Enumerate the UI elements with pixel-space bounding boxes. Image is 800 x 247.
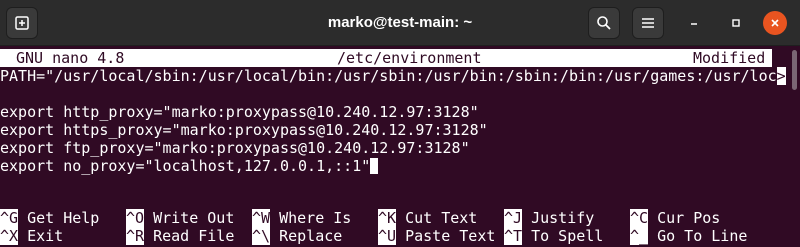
shortcut-key: ^O (126, 209, 145, 227)
search-icon (597, 16, 611, 30)
shortcut-to-spell: ^T To Spell (504, 227, 603, 245)
shortcut-key: ^T (504, 227, 523, 245)
window-title: marko@test-main: ~ (327, 14, 473, 31)
close-button[interactable] (763, 11, 787, 35)
shortcut-where-is: ^W Where Is (252, 209, 351, 227)
shortcut-replace: ^\ Replace (252, 227, 342, 245)
terminal-window: marko@test-main: ~ GNU nano 4.8 /etc/env… (0, 0, 800, 247)
shortcut-key: ^W (252, 209, 271, 227)
scrollbar[interactable] (792, 50, 797, 90)
shortcut-key: ^X (0, 227, 19, 245)
nano-filename: /etc/environment (337, 49, 482, 67)
shortcut-label: Cut Text (396, 209, 478, 227)
menu-button[interactable] (632, 7, 664, 39)
shortcut-label: Replace (270, 227, 343, 245)
shortcut-label: Write Out (144, 209, 235, 227)
nano-version: GNU nano 4.8 (16, 49, 125, 67)
text-line-path[interactable]: PATH="/usr/local/sbin:/usr/local/bin:/us… (0, 67, 786, 85)
shortcut-label: Read File (144, 227, 235, 245)
terminal-content[interactable]: GNU nano 4.8 /etc/environment Modified P… (0, 46, 800, 247)
shortcut-read-file: ^R Read File (126, 227, 234, 245)
shortcut-label: Where Is (270, 209, 352, 227)
shortcut-key: ^U (378, 227, 397, 245)
shortcut-key: ^K (378, 209, 397, 227)
text-line-http-proxy[interactable]: export http_proxy="marko:proxypass@10.24… (0, 103, 479, 121)
shortcut-label: Cur Pos (648, 209, 721, 227)
shortcut-key: ^G (0, 209, 19, 227)
shortcut-key: ^\ (252, 227, 271, 245)
shortcut-key: ^J (504, 209, 523, 227)
shortcut-justify: ^J Justify (504, 209, 594, 227)
text-cursor (370, 158, 379, 174)
shortcut-key: ^C (630, 209, 649, 227)
shortcut-label: Paste Text (396, 227, 496, 245)
maximize-button[interactable] (724, 11, 748, 35)
shortcut-label: Go To Line (648, 227, 748, 245)
shortcut-label: Get Help (18, 209, 100, 227)
shortcut-exit: ^X Exit (0, 227, 63, 245)
shortcut-get-help: ^G Get Help (0, 209, 99, 227)
shortcut-cut-text: ^K Cut Text (378, 209, 477, 227)
minimize-button[interactable] (682, 11, 706, 35)
search-button[interactable] (588, 7, 620, 39)
title-bar: marko@test-main: ~ (0, 0, 800, 46)
maximize-icon (732, 19, 740, 27)
shortcut-go-to-line: ^_ Go To Line (630, 227, 747, 245)
text-line-ftp-proxy[interactable]: export ftp_proxy="marko:proxypass@10.240… (0, 139, 470, 157)
minimize-icon (691, 23, 697, 25)
line-truncation-marker: > (776, 67, 786, 85)
path-text: PATH="/usr/local/sbin:/usr/local/bin:/us… (0, 67, 777, 85)
new-tab-icon (15, 16, 29, 30)
shortcut-key: ^_ (630, 227, 649, 245)
nano-status: Modified (693, 49, 766, 67)
hamburger-menu-icon (642, 18, 654, 28)
shortcut-key: ^R (126, 227, 145, 245)
text-line-no-proxy[interactable]: export no_proxy="localhost,127.0.0.1,::1… (0, 157, 379, 175)
shortcut-cur-pos: ^C Cur Pos (630, 209, 720, 227)
shortcut-label: Justify (522, 209, 595, 227)
shortcut-label: To Spell (522, 227, 604, 245)
new-tab-button[interactable] (6, 7, 38, 39)
nano-header-bar: GNU nano 4.8 /etc/environment Modified (0, 49, 772, 67)
shortcut-write-out: ^O Write Out (126, 209, 234, 227)
text-line-https-proxy[interactable]: export https_proxy="marko:proxypass@10.2… (0, 121, 488, 139)
close-icon (771, 19, 779, 27)
shortcut-paste-text: ^U Paste Text (378, 227, 495, 245)
no-proxy-text: export no_proxy="localhost,127.0.0.1,::1… (0, 157, 371, 175)
shortcut-label: Exit (18, 227, 64, 245)
